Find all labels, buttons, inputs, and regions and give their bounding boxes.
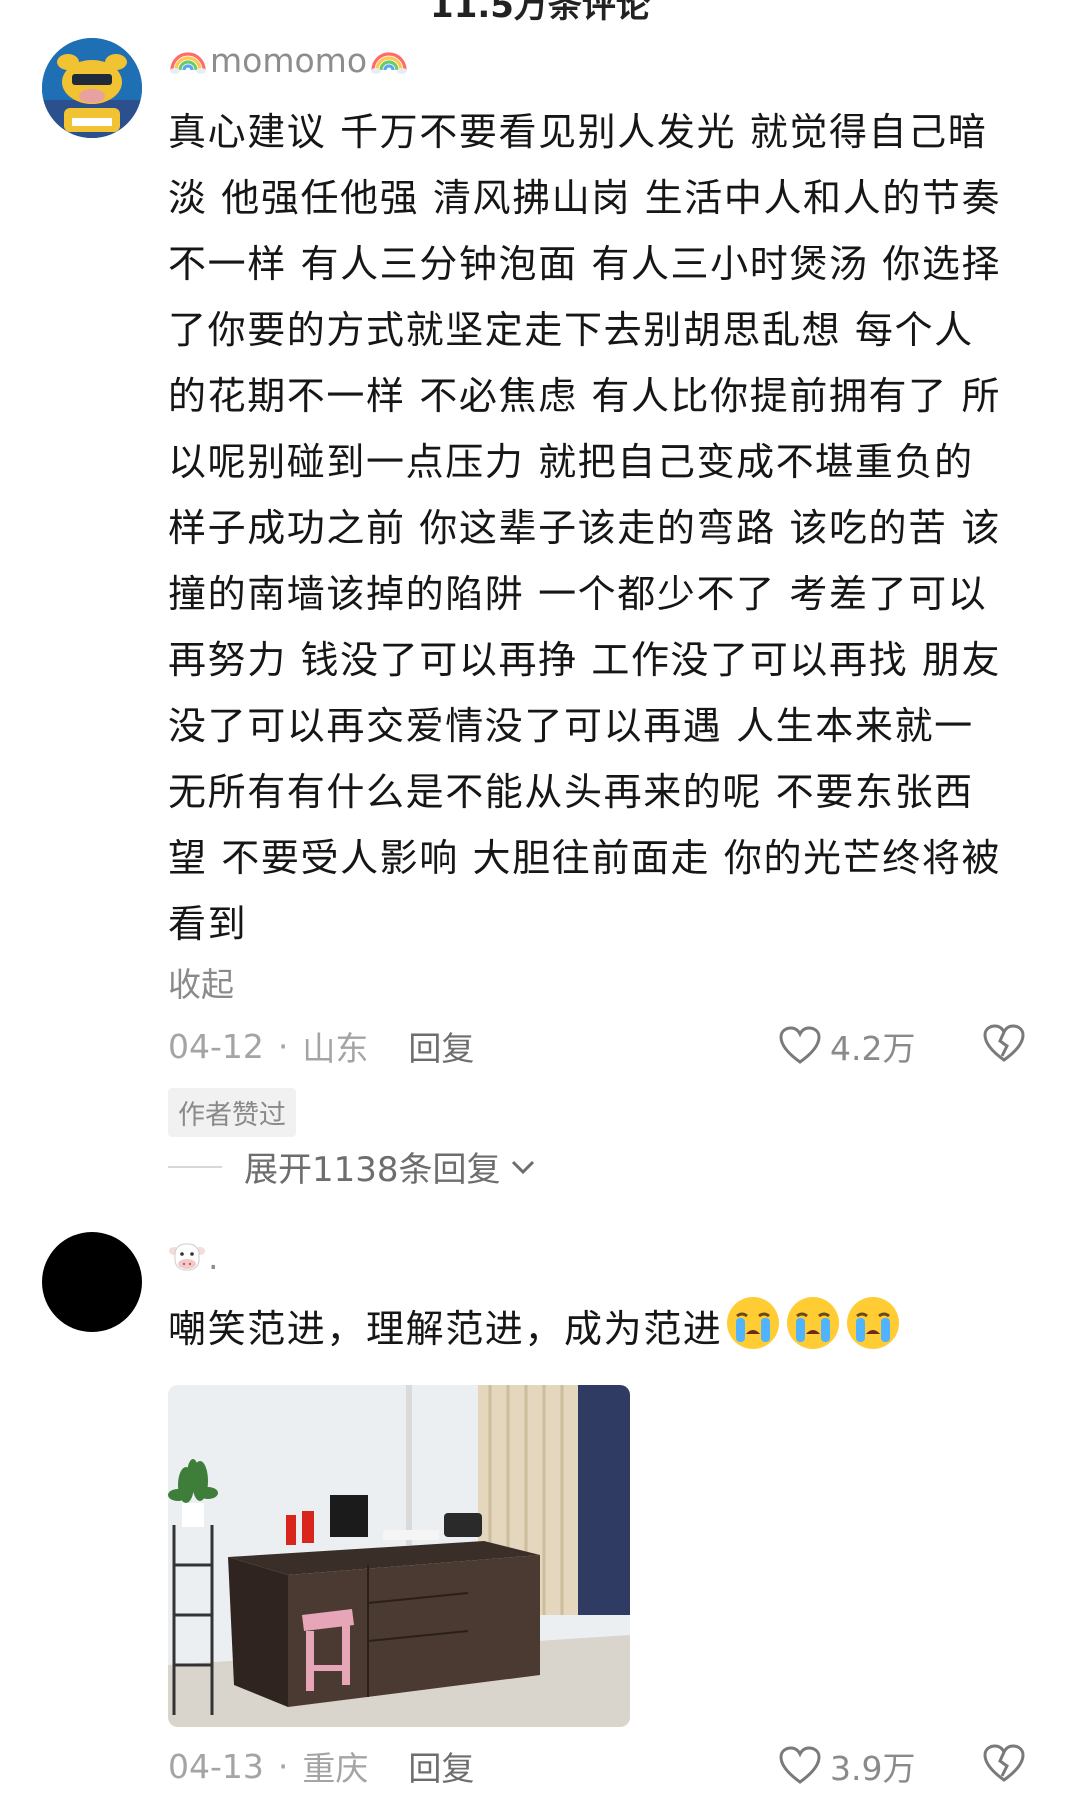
like-button[interactable]: 3.9万 <box>778 1742 915 1790</box>
comment-text: 真心建议 千万不要看见别人发光 就觉得自己暗 淡 他强任他强 清风拂山岗 生活中… <box>168 110 1002 946</box>
dislike-button[interactable] <box>982 1744 1026 1788</box>
broken-heart-icon <box>983 1744 1025 1782</box>
username-label: momomo <box>210 40 368 80</box>
reply-button[interactable]: 回复 <box>408 1022 474 1070</box>
comment-location: 重庆 <box>302 1749 369 1788</box>
username[interactable]: . <box>168 1238 219 1277</box>
like-count: 4.2万 <box>830 1029 916 1068</box>
user-avatar[interactable] <box>42 1232 142 1332</box>
expand-replies-button[interactable]: 展开1138条回复 <box>168 1142 537 1191</box>
cartoon-avatar-icon <box>42 38 142 138</box>
comment-photo[interactable] <box>168 1385 630 1727</box>
rainbow-icon <box>369 40 409 80</box>
author-liked-badge: 作者赞过 <box>168 1088 296 1137</box>
username[interactable]: momomo <box>168 40 409 80</box>
collapse-button[interactable]: 收起 <box>168 958 234 1006</box>
comment-count-title: 11.5万条评论 <box>430 0 650 26</box>
comment-date: 04-13 <box>168 1746 264 1786</box>
like-button[interactable]: 4.2万 <box>778 1022 915 1070</box>
comment-text: 嘲笑范进，理解范进，成为范进 <box>168 1294 1028 1362</box>
reply-button[interactable]: 回复 <box>408 1742 474 1790</box>
comment-text-content: 嘲笑范进，理解范进，成为范进 <box>168 1307 723 1351</box>
cow-face-icon <box>168 1239 206 1277</box>
comment-date: 04-12 <box>168 1026 264 1066</box>
crying-face-emoji-icon <box>724 1294 782 1352</box>
expand-replies-label: 展开1138条回复 <box>244 1150 501 1190</box>
crying-face-emoji-icon <box>844 1294 902 1352</box>
chevron-down-icon <box>511 1160 534 1174</box>
broken-heart-icon <box>983 1024 1025 1062</box>
comment-location: 山东 <box>302 1029 369 1068</box>
comment-meta: 04-12 · 山东 回复 <box>168 1022 474 1070</box>
like-count: 3.9万 <box>830 1749 916 1788</box>
office-desk-photo-icon <box>168 1385 630 1727</box>
comment-meta: 04-13 · 重庆 回复 <box>168 1742 474 1790</box>
user-avatar[interactable] <box>42 38 142 138</box>
dislike-button[interactable] <box>982 1024 1026 1068</box>
separator-dot: · <box>277 1746 289 1786</box>
heart-icon <box>779 1026 821 1064</box>
crying-face-emoji-icon <box>784 1294 842 1352</box>
separator-dot: · <box>277 1026 289 1066</box>
username-label: . <box>208 1238 219 1277</box>
divider-line <box>168 1165 222 1168</box>
heart-icon <box>779 1746 821 1784</box>
rainbow-icon <box>168 40 208 80</box>
